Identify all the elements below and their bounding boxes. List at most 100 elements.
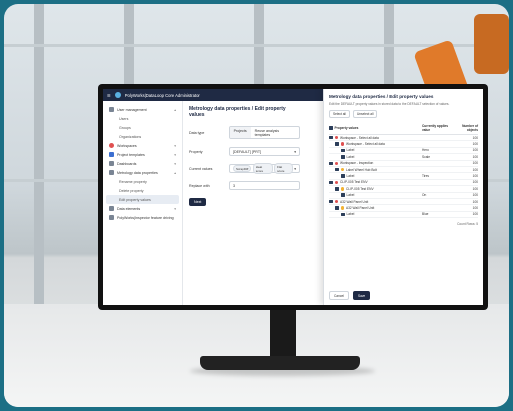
- checkbox-icon[interactable]: [335, 206, 339, 210]
- segment-templates[interactable]: Reuse analysis templates: [251, 127, 299, 138]
- sidebar-item[interactable]: Edit property values: [106, 195, 179, 204]
- edit-values-panel: Metrology data properties / Edit propert…: [323, 89, 483, 305]
- data-icon: [109, 206, 114, 211]
- checkbox-icon[interactable]: [341, 193, 345, 197]
- sidebar-item[interactable]: Project templates ▾: [106, 150, 179, 159]
- property-value: [DEFAULT] [PRT]: [233, 149, 262, 154]
- chevron-icon: ▾: [174, 152, 176, 157]
- sidebar-item-label: Project templates: [117, 152, 145, 157]
- replace-input[interactable]: 3: [229, 181, 300, 190]
- checkbox-icon[interactable]: [335, 187, 339, 191]
- menu-icon[interactable]: ☰: [107, 93, 111, 98]
- col-count: Number of objects: [462, 124, 478, 132]
- current-values-label: Current values: [189, 166, 213, 171]
- table-row[interactable]: Label Blue 100: [329, 212, 478, 219]
- sidebar-item-label: Groups: [119, 125, 131, 130]
- page-title: Metrology data properties / Edit propert…: [189, 106, 286, 118]
- sidebar-item[interactable]: Organizations: [106, 132, 179, 141]
- row-label: Label: [346, 193, 355, 198]
- row-count: 100: [472, 148, 478, 153]
- sidebar-item[interactable]: Delete property: [106, 186, 179, 195]
- checkbox-icon[interactable]: [329, 161, 333, 165]
- checkbox-icon[interactable]: [341, 155, 345, 159]
- value-chip[interactable]: Flat score: [274, 163, 293, 174]
- row-count: 100: [472, 199, 478, 204]
- row-label: Label: [346, 212, 355, 217]
- sidebar-item[interactable]: Workspaces ▾: [106, 141, 179, 150]
- row-label: CLIP-005 Test ENV: [340, 180, 368, 185]
- row-label: Workspace - Inspection: [340, 161, 374, 166]
- sidebar-item-label: PolyWorks|Inspector feature driving: [117, 215, 174, 220]
- sidebar-item-label: Delete property: [119, 188, 144, 193]
- row-label: A32 Wall Panel Unit: [346, 205, 375, 210]
- sidebar-item-label: Users: [119, 116, 129, 121]
- sidebar-item[interactable]: Metrology data properties ▴: [106, 168, 179, 177]
- row-count: 100: [472, 161, 478, 166]
- main-content: Metrology data properties / Edit propert…: [183, 101, 306, 305]
- monitor-stand: [270, 310, 296, 360]
- checkbox-icon[interactable]: [329, 199, 333, 204]
- metrology-icon: [109, 170, 114, 175]
- row-count: 100: [472, 142, 478, 147]
- next-button[interactable]: Next: [189, 198, 207, 206]
- sidebar-item-label: User management: [117, 107, 147, 112]
- screen: ☰ PolyWorks|DataLoop Core Administrator …: [103, 89, 483, 305]
- sidebar-item[interactable]: Dashboards ▾: [106, 159, 179, 168]
- sidebar-item-label: Rename property: [119, 179, 147, 184]
- row-count: 100: [472, 135, 478, 140]
- sidebar-item[interactable]: Users: [106, 114, 179, 123]
- robot-arm: [474, 14, 509, 74]
- workspace-icon: [340, 142, 344, 146]
- chevron-icon: ▴: [174, 170, 176, 175]
- window-frame: [34, 4, 44, 304]
- sidebar-item-label: Dashboards: [117, 161, 137, 166]
- pagination[interactable]: Count Rows: 5: [329, 222, 478, 226]
- sidebar: User management ▴ Users Groups Organizations…: [103, 101, 183, 305]
- workspace-icon: [334, 180, 338, 185]
- value-chip[interactable]: ScrapDiff: [233, 165, 252, 172]
- checkbox-icon[interactable]: [329, 180, 333, 185]
- feature-icon: [109, 215, 114, 220]
- sidebar-item[interactable]: User management ▴: [106, 105, 179, 114]
- row-count: 100: [472, 193, 478, 198]
- replace-label: Replace with: [189, 183, 210, 188]
- value-chip[interactable]: Heat score: [252, 163, 273, 174]
- panel-title: Metrology data properties / Edit propert…: [329, 94, 434, 99]
- row-count: 100: [472, 174, 478, 179]
- project-icon: [340, 206, 344, 210]
- sidebar-item-label: Edit property values: [119, 197, 151, 202]
- row-status: Scale: [422, 154, 430, 159]
- save-button[interactable]: Save: [352, 291, 371, 300]
- cancel-button[interactable]: Cancel: [329, 291, 349, 300]
- checkbox-icon[interactable]: [329, 126, 333, 130]
- row-label: A32 Wall Panel Unit: [340, 199, 369, 204]
- checkbox-icon[interactable]: [341, 212, 345, 217]
- checkbox-icon[interactable]: [329, 135, 333, 140]
- checkbox-icon[interactable]: [335, 167, 339, 172]
- sidebar-item[interactable]: Rename property: [106, 177, 179, 186]
- row-status: Blue: [422, 212, 429, 217]
- checkbox-icon[interactable]: [341, 148, 345, 153]
- property-label: Property: [189, 149, 203, 154]
- sidebar-item[interactable]: Data elements ▾: [106, 204, 179, 213]
- row-count: 100: [472, 186, 478, 191]
- users-icon: [109, 107, 114, 112]
- checkbox-icon[interactable]: [341, 174, 345, 178]
- template-icon: [109, 152, 114, 157]
- table-header: Property values Currently applies value …: [329, 122, 478, 135]
- sidebar-item[interactable]: Groups: [106, 123, 179, 132]
- select-all-button[interactable]: Select all: [329, 110, 350, 118]
- sidebar-item[interactable]: PolyWorks|Inspector feature driving: [106, 213, 179, 222]
- row-status: Hero: [422, 148, 429, 153]
- monitor-base: [200, 356, 360, 370]
- segment-projects[interactable]: Projects: [229, 127, 251, 138]
- current-values-select[interactable]: ScrapDiff Heat score Flat score ▾: [229, 163, 300, 174]
- property-select[interactable]: [DEFAULT] [PRT] ▾: [229, 147, 300, 156]
- checkbox-icon[interactable]: [335, 142, 339, 146]
- workspace-icon: [109, 143, 114, 148]
- workspace-icon: [334, 199, 338, 204]
- unselect-all-button[interactable]: Unselect all: [352, 110, 378, 118]
- dashboard-icon: [109, 161, 114, 166]
- chevron-icon: ▾: [174, 206, 176, 211]
- monitor: ☰ PolyWorks|DataLoop Core Administrator …: [98, 84, 488, 310]
